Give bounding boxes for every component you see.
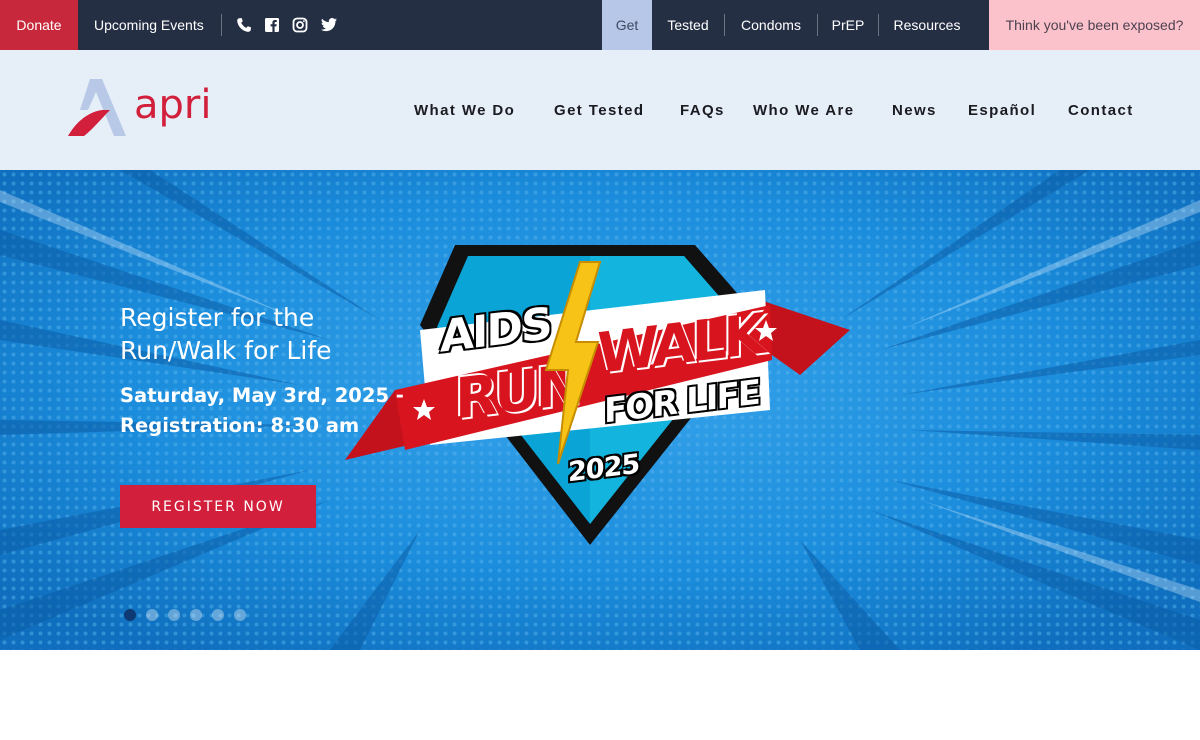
logo-wordmark: apri: [134, 82, 212, 128]
slider-dots: [124, 609, 246, 621]
facebook-icon[interactable]: [264, 17, 280, 33]
slider-dot[interactable]: [146, 609, 158, 621]
register-now-button[interactable]: REGISTER NOW: [120, 485, 316, 528]
donate-button[interactable]: Donate: [0, 0, 78, 50]
slider-dot[interactable]: [212, 609, 224, 621]
top-bar: Donate Upcoming Events Get Tested Condom…: [0, 0, 1200, 50]
nav-who-we-are[interactable]: Who We Are: [753, 50, 855, 170]
phone-icon[interactable]: [236, 17, 252, 33]
exposed-link[interactable]: Think you've been exposed?: [989, 0, 1200, 50]
social-icons: [236, 0, 338, 50]
topnav-tested[interactable]: Tested: [652, 0, 724, 50]
nav-espanol[interactable]: Español: [968, 50, 1036, 170]
instagram-icon[interactable]: [292, 17, 308, 33]
site-header: apri What We Do Get Tested FAQs Who We A…: [0, 50, 1200, 170]
topnav-condoms[interactable]: Condoms: [725, 0, 817, 50]
hero-title: Register for the Run/Walk for Life: [120, 303, 332, 365]
topnav-get[interactable]: Get: [602, 0, 652, 50]
divider: [221, 14, 222, 36]
hero-slider: AIDS RUN WALK FOR LIFE 2025 Register for…: [0, 170, 1200, 650]
nav-contact[interactable]: Contact: [1068, 50, 1134, 170]
slider-dot[interactable]: [234, 609, 246, 621]
topnav-resources[interactable]: Resources: [879, 0, 975, 50]
lightning-bolt-icon: [544, 261, 602, 465]
apri-logo[interactable]: apri: [66, 78, 211, 140]
slider-dot[interactable]: [124, 609, 136, 621]
slider-dot[interactable]: [168, 609, 180, 621]
nav-get-tested[interactable]: Get Tested: [554, 50, 644, 170]
nav-faqs[interactable]: FAQs: [680, 50, 725, 170]
slider-dot[interactable]: [190, 609, 202, 621]
hero-date: Saturday, May 3rd, 2025 - Registration: …: [120, 384, 404, 437]
content-area: [0, 650, 1200, 740]
apri-logo-mark-icon: [68, 79, 126, 136]
nav-what-we-do[interactable]: What We Do: [414, 50, 515, 170]
upcoming-events-link[interactable]: Upcoming Events: [94, 0, 204, 50]
twitter-icon[interactable]: [320, 17, 338, 33]
topnav-prep[interactable]: PrEP: [818, 0, 878, 50]
nav-news[interactable]: News: [892, 50, 937, 170]
